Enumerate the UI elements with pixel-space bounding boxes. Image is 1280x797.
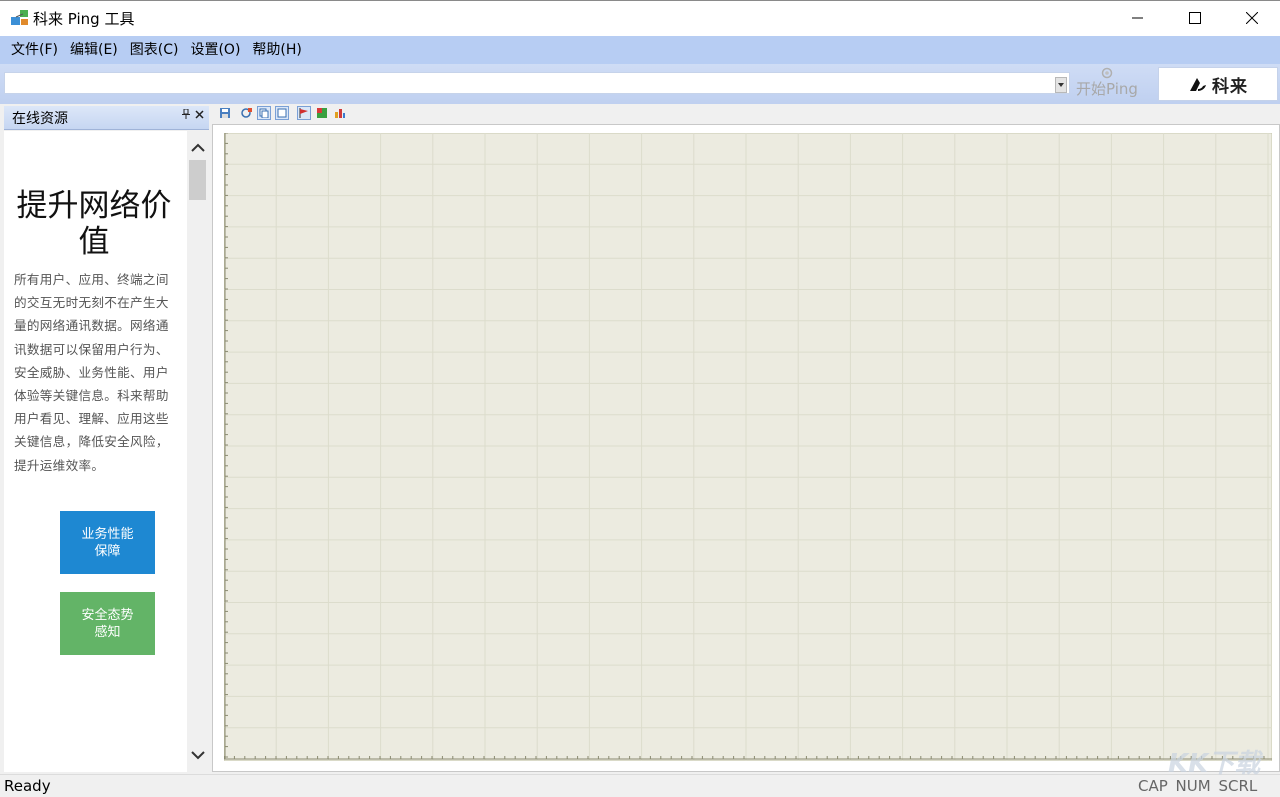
status-bar (0, 774, 1280, 797)
close-icon (1245, 11, 1258, 24)
watermark: KK下载 (1168, 749, 1261, 779)
title-bar (0, 0, 1280, 36)
pin-icon[interactable] (182, 108, 190, 122)
status-text: Ready (4, 777, 51, 795)
close-button[interactable] (1223, 0, 1280, 35)
menu-help[interactable]: 帮助(H) (246, 37, 307, 63)
dropdown-arrow-icon[interactable] (1055, 77, 1067, 93)
vertical-scrollbar[interactable] (187, 131, 208, 772)
button-label-line1: 安全态势 (81, 607, 134, 623)
ping-chart[interactable] (224, 133, 1272, 761)
panel-title: 在线资源 (12, 111, 68, 127)
minimize-button[interactable] (1109, 0, 1166, 35)
host-combobox[interactable] (4, 72, 1070, 94)
bar-chart-icon[interactable] (333, 106, 347, 120)
scroll-up-icon[interactable] (187, 136, 208, 158)
chart-toolbar (212, 104, 1280, 124)
logo-text: 科来 (1212, 76, 1248, 97)
button-label-line2: 感知 (94, 624, 121, 640)
colasoft-logo[interactable]: 科来 (1158, 67, 1278, 101)
layout-icon[interactable] (275, 106, 289, 120)
colasoft-logo-icon (1190, 78, 1206, 91)
start-ping-label: 开始Ping (1076, 80, 1138, 98)
button-label-line2: 保障 (94, 543, 121, 559)
menu-bar: 文件(F) 编辑(E) 图表(C) 设置(O) 帮助(H) (0, 36, 1280, 64)
panel-close-icon[interactable] (195, 108, 204, 122)
scroll-down-icon[interactable] (187, 744, 208, 766)
copy-icon[interactable] (257, 106, 271, 120)
promo-headline: 提升网络价值 (16, 188, 172, 260)
menu-settings[interactable]: 设置(O) (184, 37, 246, 63)
maximize-button[interactable] (1166, 0, 1223, 35)
promo-text: 所有用户、应用、终端之间的交互无时无刻不在产生大量的网络通讯数据。网络通讯数据可… (14, 272, 169, 473)
start-ping-button[interactable]: 开始Ping (1072, 67, 1142, 101)
color-icon[interactable] (315, 106, 329, 120)
scroll-thumb[interactable] (189, 160, 206, 200)
business-performance-button[interactable]: 业务性能 保障 (60, 511, 155, 574)
button-label-line1: 业务性能 (81, 526, 134, 542)
flag-chart-icon[interactable] (297, 106, 311, 120)
host-input[interactable] (7, 74, 1047, 92)
menu-file[interactable]: 文件(F) (5, 37, 64, 63)
security-awareness-button[interactable]: 安全态势 感知 (60, 592, 155, 655)
network-app-icon (10, 8, 30, 28)
options-icon[interactable] (240, 106, 254, 120)
window-title: 科来 Ping 工具 (33, 10, 135, 28)
menu-edit[interactable]: 编辑(E) (64, 37, 124, 63)
menu-chart[interactable]: 图表(C) (124, 37, 185, 63)
save-icon[interactable] (218, 106, 232, 120)
maximize-icon (1188, 11, 1201, 24)
minimize-icon (1131, 17, 1143, 18)
